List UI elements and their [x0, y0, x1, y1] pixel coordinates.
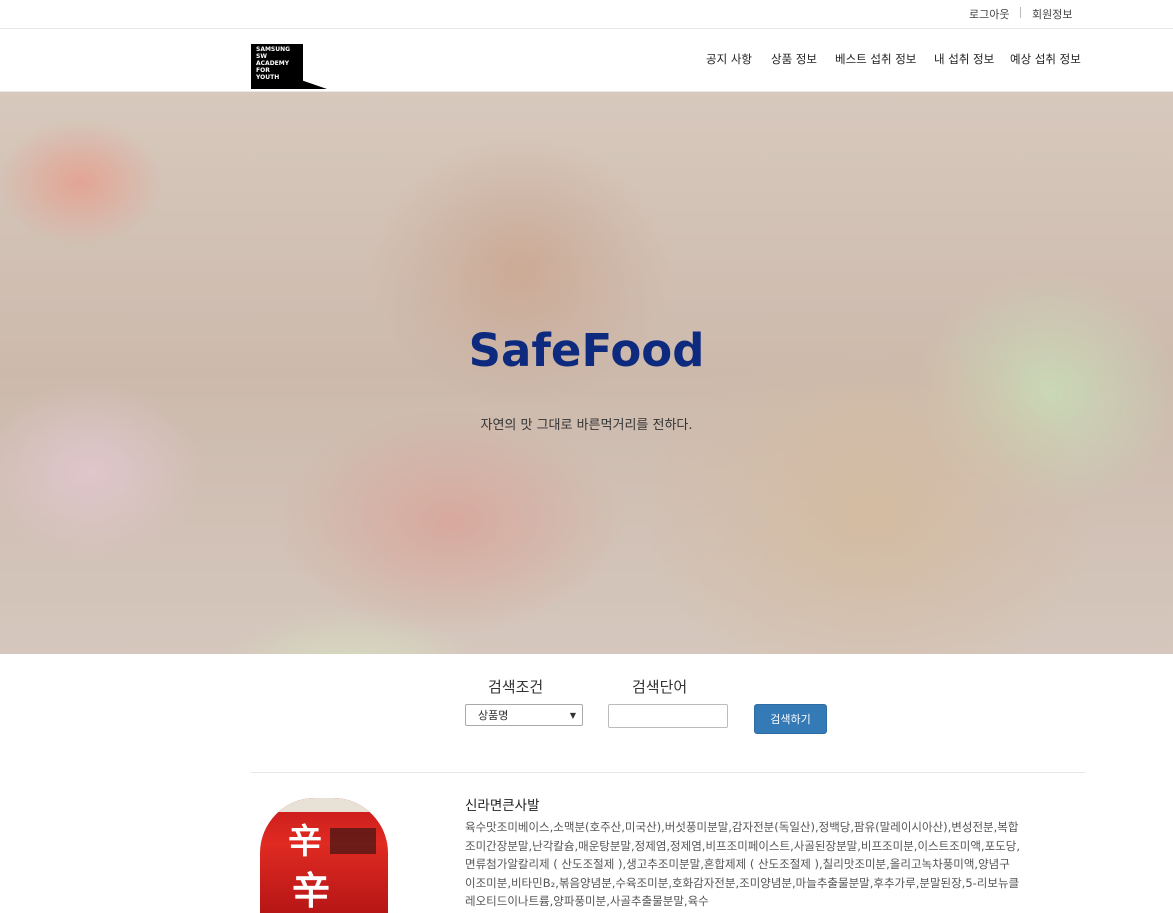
ramen-cup-image: 辛 辛: [260, 798, 388, 913]
product-name[interactable]: 신라면큰사발: [465, 794, 540, 814]
search-button[interactable]: 검색하기: [754, 704, 827, 734]
logo-line: SAMSUNG: [256, 46, 291, 53]
hero-subtitle: 자연의 맛 그대로 바른먹거리를 전하다.: [480, 418, 693, 433]
cup-logo-top: 辛: [288, 822, 322, 862]
main-navbar: SAMSUNG SW ACADEMY FOR YOUTH 공지 사항 상품 정보…: [0, 29, 1173, 92]
condition-select-value: 상품명: [478, 709, 509, 722]
logo-line: FOR: [256, 67, 270, 74]
logo-line: YOUTH: [256, 74, 280, 81]
cup-bowl-graphic: [330, 828, 376, 854]
product-image[interactable]: 辛 辛: [258, 796, 393, 913]
ssafy-logo[interactable]: SAMSUNG SW ACADEMY FOR YOUTH: [251, 44, 327, 89]
condition-select[interactable]: 상품명 ▼: [465, 704, 583, 726]
product-description: 육수맛조미베이스,소맥분(호주산,미국산),버섯풍미분말,감자전분(독일산),정…: [465, 820, 1020, 908]
keyword-input[interactable]: [608, 704, 728, 728]
keyword-label: 검색단어: [632, 678, 688, 696]
search-panel: 검색조건 검색단어 상품명 ▼ 검색하기: [251, 654, 1085, 773]
cup-logo-bottom: 辛: [292, 868, 331, 913]
member-info-link[interactable]: 회원정보: [1032, 6, 1072, 22]
nav-expected-intake[interactable]: 예상 섭취 정보: [1010, 51, 1081, 67]
divider: [1020, 7, 1021, 18]
logo-line: ACADEMY: [256, 60, 290, 67]
logo-line: SW: [256, 53, 267, 60]
nav-notice[interactable]: 공지 사항: [706, 51, 752, 67]
logout-link[interactable]: 로그아웃: [969, 6, 1009, 22]
nav-product-info[interactable]: 상품 정보: [771, 51, 817, 67]
nav-my-intake[interactable]: 내 섭취 정보: [934, 51, 994, 67]
hero-banner: SafeFood 자연의 맛 그대로 바른먹거리를 전하다.: [0, 92, 1173, 654]
product-item[interactable]: 辛 辛 신라면큰사발 육수맛조미베이스,소맥분(호주산,미국산),버섯풍미분말,…: [0, 773, 1173, 913]
nav-best-intake[interactable]: 베스트 섭취 정보: [835, 51, 916, 67]
chevron-down-icon: ▼: [569, 711, 576, 720]
hero-title: SafeFood: [468, 324, 705, 377]
condition-label: 검색조건: [488, 678, 544, 696]
logo-text: SAMSUNG SW ACADEMY FOR YOUTH: [256, 46, 290, 81]
cup-lid: [260, 798, 388, 812]
top-utility-bar: 로그아웃 회원정보: [0, 0, 1173, 29]
logo-tail: [301, 80, 327, 89]
